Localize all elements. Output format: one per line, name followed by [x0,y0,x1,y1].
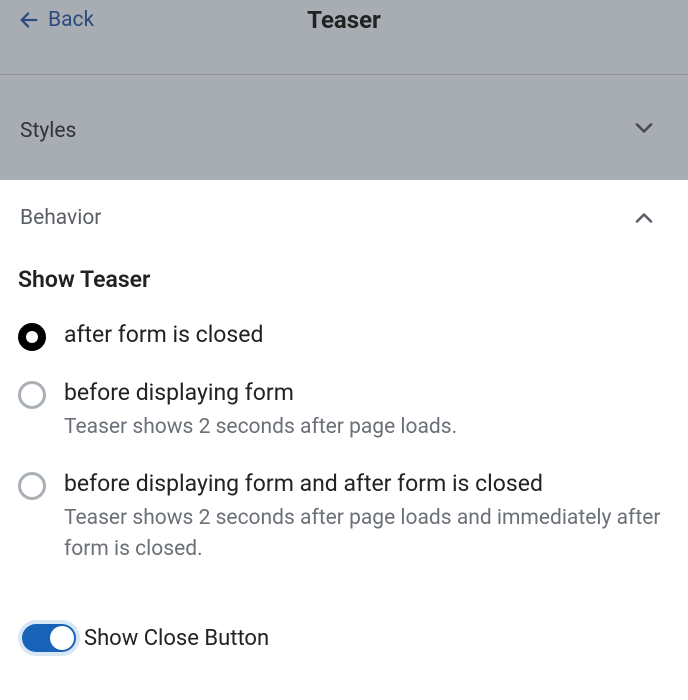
radio-icon [18,323,46,351]
section-behavior-label: Behavior [20,206,101,230]
page-title: Teaser [307,6,381,34]
radio-texts: after form is closed [64,321,263,348]
chevron-up-icon [630,204,658,232]
radio-before-displaying-form[interactable]: before displaying form Teaser shows 2 se… [18,379,670,442]
arrow-left-icon [18,9,40,31]
show-close-button-toggle[interactable] [18,620,80,656]
radio-label: before displaying form and after form is… [64,470,670,497]
section-styles[interactable]: Styles [0,74,688,180]
radio-icon [18,381,46,409]
section-styles-label: Styles [20,113,76,143]
radio-texts: before displaying form Teaser shows 2 se… [64,379,457,442]
section-behavior[interactable]: Behavior [0,180,688,256]
header: Back Teaser [0,0,688,74]
radio-label: before displaying form [64,379,457,406]
show-teaser-options: after form is closed before displaying f… [18,321,670,564]
show-close-button-label: Show Close Button [84,626,269,651]
radio-description: Teaser shows 2 seconds after page loads. [64,412,457,442]
radio-after-form-closed[interactable]: after form is closed [18,321,670,351]
show-teaser-title: Show Teaser [18,266,670,293]
toggle-track [22,624,76,652]
radio-icon [18,472,46,500]
toggle-thumb [50,626,74,650]
back-button[interactable]: Back [18,8,94,32]
chevron-down-icon [630,114,658,142]
behavior-content: Show Teaser after form is closed before … [0,266,688,656]
radio-before-and-after[interactable]: before displaying form and after form is… [18,470,670,564]
radio-label: after form is closed [64,321,263,348]
radio-texts: before displaying form and after form is… [64,470,670,564]
show-close-button-row: Show Close Button [18,620,670,656]
back-label: Back [48,8,94,32]
radio-description: Teaser shows 2 seconds after page loads … [64,503,670,564]
